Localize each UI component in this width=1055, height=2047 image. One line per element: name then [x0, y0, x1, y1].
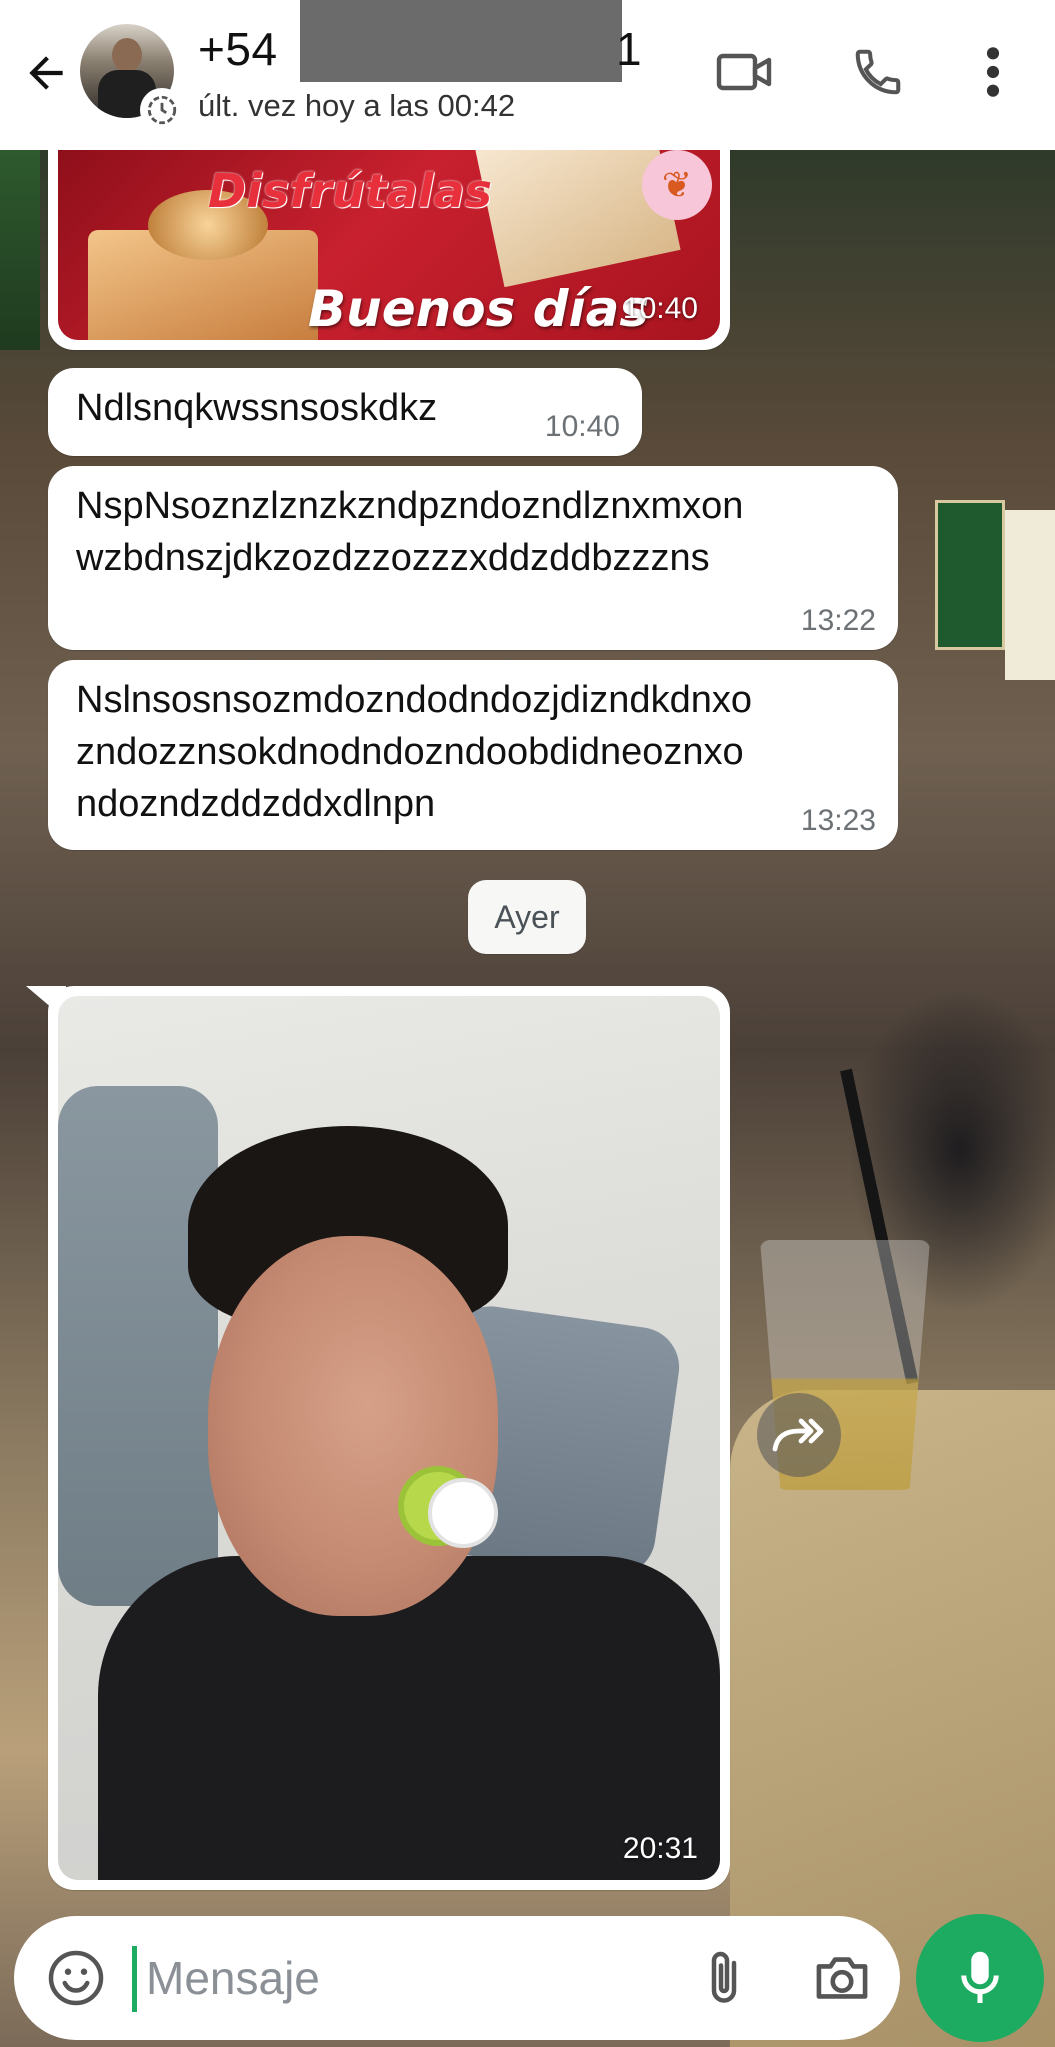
message-time: 13:23 [800, 804, 876, 837]
message-time: 13:22 [800, 604, 876, 637]
contact-name[interactable]: +54 [198, 22, 278, 76]
contact-name-suffix[interactable]: 1 [616, 22, 642, 76]
more-options-icon [986, 47, 1000, 97]
image-message-bubble[interactable]: ❦ Disfrútalas Buenos días 10:40 [48, 150, 730, 350]
forward-icon [772, 1418, 824, 1452]
last-seen-status: últ. vez hoy a las 00:42 [198, 88, 516, 123]
message-composer [14, 1916, 900, 2040]
emoji-button[interactable] [44, 1946, 108, 2010]
image-message-bubble[interactable]: 20:31 [48, 986, 730, 1890]
text-message-bubble[interactable]: NspNsoznzlznzkzndpzndozndlznxmxon wzbdns… [48, 466, 898, 650]
attach-button[interactable] [692, 1946, 756, 2010]
phone-icon [855, 49, 901, 95]
paperclip-icon [711, 1951, 737, 2003]
wallpaper-detail [935, 500, 1005, 650]
text-message-bubble[interactable]: Nslnsosnsozmdozndodndozjdizndkdnxo zndoz… [48, 660, 898, 850]
microphone-icon [961, 1951, 999, 2003]
voice-message-button[interactable] [916, 1914, 1044, 2042]
message-time: 20:31 [622, 1832, 698, 1865]
text-message-bubble[interactable]: Ndlsnqkwssnsoskdkz 10:40 [48, 368, 642, 456]
video-call-button[interactable] [710, 40, 780, 104]
more-options-button[interactable] [968, 40, 1018, 104]
message-text: Ndlsnqkwssnsoskdkz [76, 387, 438, 429]
forward-button[interactable] [757, 1393, 841, 1477]
back-button[interactable] [16, 38, 76, 108]
back-arrow-icon [29, 56, 63, 90]
message-text: NspNsoznzlznzkzndpzndozndlznxmxon wzbdns… [76, 485, 744, 579]
wallpaper-detail [0, 150, 40, 350]
butterfly-icon: ❦ [642, 150, 712, 220]
video-call-icon [716, 53, 772, 91]
date-separator: Ayer [468, 880, 586, 954]
emoji-icon [48, 1950, 104, 2006]
message-time: 10:40 [544, 410, 620, 443]
message-time: 10:40 [622, 292, 698, 325]
redaction-block [300, 0, 622, 82]
greeting-image-text: Disfrútalas [208, 164, 492, 218]
message-text: Nslnsosnsozmdozndodndozjdizndkdnxo zndoz… [76, 679, 752, 825]
wallpaper-detail [1005, 510, 1055, 680]
greeting-image-text: Buenos días [308, 280, 650, 338]
message-input[interactable] [132, 1938, 692, 2018]
voice-call-button[interactable] [846, 40, 910, 104]
photo-image[interactable]: 20:31 [58, 996, 720, 1880]
camera-button[interactable] [810, 1946, 874, 2010]
camera-icon [816, 1957, 868, 1999]
greeting-image[interactable]: ❦ Disfrútalas Buenos días 10:40 [58, 150, 720, 340]
status-icon [140, 88, 184, 132]
chat-header: +54 1 últ. vez hoy a las 00:42 [0, 0, 1055, 150]
